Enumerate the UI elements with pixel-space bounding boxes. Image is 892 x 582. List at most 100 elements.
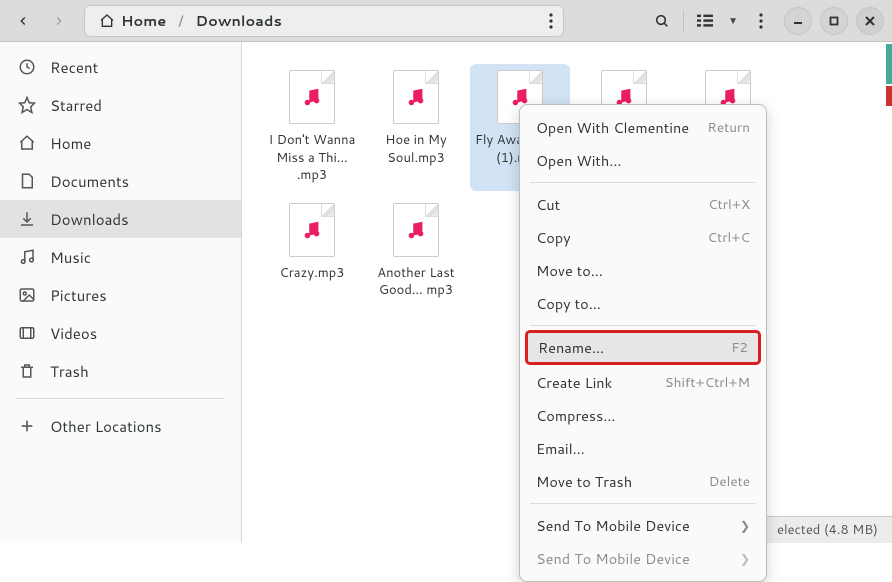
audio-file-icon	[289, 203, 335, 257]
audio-file-icon	[289, 70, 335, 124]
ctx-open-with-app[interactable]: Open With Clementine Return	[520, 111, 766, 144]
videos-icon	[18, 324, 36, 342]
ctx-separator	[530, 325, 756, 326]
trash-icon	[18, 362, 36, 380]
ctx-separator	[530, 503, 756, 504]
ctx-rename[interactable]: Rename… F2	[526, 331, 760, 364]
ctx-accel: Return	[707, 118, 750, 137]
view-dropdown-icon[interactable]: ▼	[722, 14, 744, 28]
documents-icon	[18, 172, 36, 190]
ctx-open-with[interactable]: Open With…	[520, 144, 766, 177]
sidebar-item-recent[interactable]: Recent	[0, 48, 241, 86]
sidebar-item-music[interactable]: Music	[0, 238, 241, 276]
path-more-icon[interactable]	[549, 13, 553, 29]
hamburger-menu-button[interactable]	[746, 6, 776, 36]
plus-icon	[18, 417, 36, 435]
path-current[interactable]: Downloads	[186, 7, 292, 35]
sidebar-item-pictures[interactable]: Pictures	[0, 276, 241, 314]
path-current-label: Downloads	[196, 10, 282, 31]
ctx-label: Open With…	[536, 150, 622, 171]
file-item[interactable]: Hoe in My Soul.mp3	[366, 64, 466, 191]
ctx-label: Compress…	[536, 405, 616, 426]
ctx-label: Move to…	[536, 260, 603, 281]
ctx-label: Rename…	[538, 337, 604, 358]
home-icon	[18, 134, 36, 152]
sidebar-item-starred[interactable]: Starred	[0, 86, 241, 124]
sidebar-item-documents[interactable]: Documents	[0, 162, 241, 200]
sidebar-item-label: Starred	[50, 95, 102, 116]
music-icon	[18, 248, 36, 266]
ctx-label: Send To Mobile Device	[536, 548, 690, 569]
sidebar-item-downloads[interactable]: Downloads	[0, 200, 241, 238]
audio-file-icon	[393, 70, 439, 124]
ctx-label: Move to Trash	[536, 471, 632, 492]
status-text: elected (4.8 MB)	[777, 521, 878, 539]
chevron-right-icon: ❯	[740, 517, 750, 534]
ctx-label: Email…	[536, 438, 585, 459]
sidebar-item-videos[interactable]: Videos	[0, 314, 241, 352]
ctx-cut[interactable]: Cut Ctrl+X	[520, 188, 766, 221]
sidebar-separator	[16, 398, 225, 399]
file-name: Hoe in My Soul.mp3	[368, 132, 464, 167]
status-bar: elected (4.8 MB)	[762, 516, 892, 543]
ctx-accel: F2	[731, 338, 748, 357]
file-item[interactable]: Another Last Good… mp3	[366, 197, 466, 306]
ctx-send-to-mobile-2[interactable]: Send To Mobile Device ❯	[520, 542, 766, 575]
file-item[interactable]: I Don't Wanna Miss a Thi… .mp3	[262, 64, 362, 191]
ctx-label: Cut	[536, 194, 560, 215]
audio-file-icon	[393, 203, 439, 257]
ctx-accel: Delete	[709, 472, 750, 491]
minimize-button[interactable]	[784, 7, 812, 35]
sidebar: Recent Starred Home Documents Downloads …	[0, 42, 242, 543]
sidebar-item-label: Videos	[50, 323, 97, 344]
view-mode-button[interactable]	[690, 6, 720, 36]
sidebar-item-label: Other Locations	[50, 416, 162, 437]
sidebar-item-home[interactable]: Home	[0, 124, 241, 162]
path-home[interactable]: Home	[89, 7, 176, 35]
ctx-label: Copy to…	[536, 293, 601, 314]
ctx-accel: Shift+Ctrl+M	[665, 373, 750, 392]
forward-button[interactable]	[44, 6, 74, 36]
file-name: Crazy.mp3	[280, 265, 345, 283]
ctx-label: Copy	[536, 227, 571, 248]
ctx-label: Create Link	[536, 372, 612, 393]
ctx-copy[interactable]: Copy Ctrl+C	[520, 221, 766, 254]
file-name: I Don't Wanna Miss a Thi… .mp3	[264, 132, 360, 185]
back-button[interactable]	[8, 6, 38, 36]
sidebar-item-other-locations[interactable]: Other Locations	[0, 407, 241, 445]
sidebar-item-label: Home	[50, 133, 91, 154]
sidebar-item-label: Music	[50, 247, 91, 268]
sidebar-item-label: Trash	[50, 361, 89, 382]
ctx-label: Send To Mobile Device	[536, 515, 690, 536]
context-menu: Open With Clementine Return Open With… C…	[519, 104, 767, 582]
path-bar: Home / Downloads	[84, 5, 564, 37]
sidebar-item-label: Pictures	[50, 285, 107, 306]
ctx-compress[interactable]: Compress…	[520, 399, 766, 432]
ctx-copy-to[interactable]: Copy to…	[520, 287, 766, 320]
close-button[interactable]	[856, 7, 884, 35]
maximize-button[interactable]	[820, 7, 848, 35]
ctx-accel: Ctrl+C	[708, 228, 750, 247]
chevron-right-icon: ❯	[740, 550, 750, 567]
file-item[interactable]: Crazy.mp3	[262, 197, 362, 306]
header-right: ▼	[647, 6, 884, 36]
ctx-move-to-trash[interactable]: Move to Trash Delete	[520, 465, 766, 498]
ctx-create-link[interactable]: Create Link Shift+Ctrl+M	[520, 366, 766, 399]
star-icon	[18, 96, 36, 114]
ctx-accel: Ctrl+X	[708, 195, 750, 214]
sidebar-item-label: Documents	[50, 171, 129, 192]
search-button[interactable]	[647, 6, 677, 36]
sidebar-item-label: Downloads	[50, 209, 129, 230]
pictures-icon	[18, 286, 36, 304]
ctx-email[interactable]: Email…	[520, 432, 766, 465]
file-name: Another Last Good… mp3	[368, 265, 464, 300]
sidebar-item-trash[interactable]: Trash	[0, 352, 241, 390]
path-separator: /	[176, 10, 185, 31]
ctx-send-to-mobile[interactable]: Send To Mobile Device ❯	[520, 509, 766, 542]
sidebar-item-label: Recent	[50, 57, 98, 78]
ctx-label: Open With Clementine	[536, 117, 689, 138]
ctx-move-to[interactable]: Move to…	[520, 254, 766, 287]
clock-icon	[18, 58, 36, 76]
header-bar: Home / Downloads ▼	[0, 0, 892, 42]
ctx-separator	[530, 182, 756, 183]
